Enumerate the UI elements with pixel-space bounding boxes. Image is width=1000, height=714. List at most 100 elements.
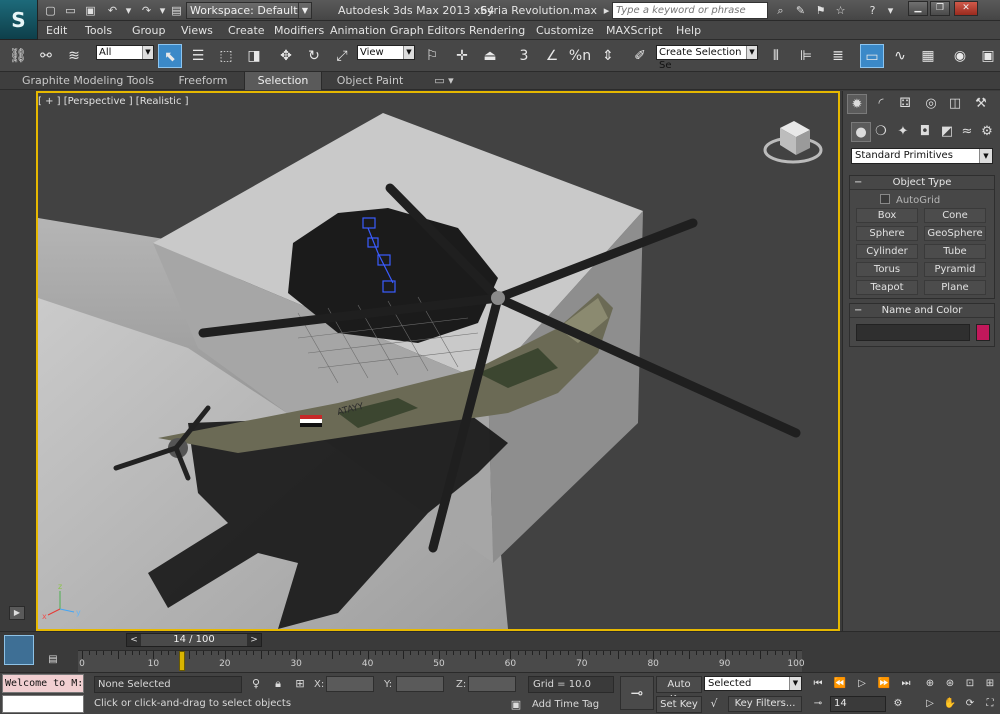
- selection-lock-icon[interactable]: 🔒︎: [270, 676, 286, 692]
- undo-icon[interactable]: ↶: [104, 2, 121, 19]
- motion-panel-icon[interactable]: ◎: [921, 94, 941, 114]
- menu-help[interactable]: Help: [676, 24, 701, 37]
- tab-object-paint[interactable]: Object Paint: [322, 72, 418, 90]
- tube-button[interactable]: Tube: [924, 244, 986, 259]
- menu-group[interactable]: Group: [132, 24, 166, 37]
- spinner-snap-icon[interactable]: ⇕: [596, 44, 620, 68]
- open-file-icon[interactable]: ▭: [62, 2, 79, 19]
- select-and-rotate-icon[interactable]: ↻: [302, 44, 326, 68]
- y-coordinate-field[interactable]: [396, 676, 444, 692]
- time-tag-icon[interactable]: ▣: [508, 697, 524, 713]
- time-configuration-icon[interactable]: ⚙: [888, 696, 908, 712]
- sphere-button[interactable]: Sphere: [856, 226, 918, 241]
- x-coordinate-field[interactable]: [326, 676, 374, 692]
- undo-dropdown-icon[interactable]: ▾: [120, 2, 137, 19]
- pan-view-icon[interactable]: ✋: [940, 696, 960, 712]
- menu-create[interactable]: Create: [228, 24, 265, 37]
- mini-curve-editor-icon[interactable]: ▤: [44, 654, 62, 668]
- tools-icon[interactable]: ✎: [792, 2, 809, 19]
- window-crossing-icon[interactable]: ◨: [242, 44, 266, 68]
- bind-space-warp-icon[interactable]: ≋: [62, 44, 86, 68]
- app-logo[interactable]: S: [0, 0, 38, 40]
- auto-key-button[interactable]: Auto Key: [656, 676, 702, 705]
- next-frame-icon[interactable]: >: [247, 634, 261, 646]
- go-to-end-icon[interactable]: ⏭: [896, 676, 916, 692]
- lights-icon[interactable]: ✦: [893, 122, 913, 142]
- schematic-view-icon[interactable]: ▦: [916, 44, 940, 68]
- object-name-field[interactable]: [856, 324, 970, 341]
- menu-animation[interactable]: Animation: [330, 24, 386, 37]
- display-panel-icon[interactable]: ◫: [945, 94, 965, 114]
- autogrid-checkbox[interactable]: AutoGrid: [880, 194, 940, 206]
- restore-button[interactable]: ❐: [930, 1, 950, 16]
- maximize-viewport-icon[interactable]: ⛶: [980, 696, 1000, 712]
- tangent-type-icon[interactable]: √: [706, 696, 722, 712]
- default-in-out-tangent-key-icon[interactable]: ⊸: [620, 676, 654, 710]
- menu-maxscript[interactable]: MAXScript: [606, 24, 662, 37]
- search-input[interactable]: Type a keyword or phrase: [612, 2, 768, 19]
- previous-frame-icon[interactable]: <: [127, 634, 141, 646]
- select-by-name-icon[interactable]: ☰: [186, 44, 210, 68]
- space-warps-icon[interactable]: ≈: [957, 122, 977, 142]
- unlink-icon[interactable]: ⚯: [34, 44, 58, 68]
- named-selection-dropdown[interactable]: Create Selection Se ▼: [656, 45, 758, 71]
- pyramid-button[interactable]: Pyramid: [924, 262, 986, 277]
- hierarchy-panel-icon[interactable]: ⚃: [895, 94, 915, 114]
- object-type-header[interactable]: − Object Type: [850, 176, 994, 190]
- z-coordinate-field[interactable]: [468, 676, 516, 692]
- helpers-icon[interactable]: ◩: [937, 122, 957, 142]
- menu-rendering[interactable]: Rendering: [469, 24, 525, 37]
- zoom-all-icon[interactable]: ⊛: [940, 676, 960, 692]
- go-to-start-icon[interactable]: ⏮: [808, 676, 828, 692]
- cameras-icon[interactable]: ◘: [915, 122, 935, 142]
- render-setup-icon[interactable]: ▣: [976, 44, 1000, 68]
- viewport-label[interactable]: [ + ] [Perspective ] [Realistic ]: [38, 96, 189, 107]
- field-of-view-icon[interactable]: ▷: [920, 696, 940, 712]
- current-frame-field[interactable]: 14: [830, 696, 886, 712]
- maxscript-listener-button[interactable]: [4, 635, 34, 665]
- help-dropdown-icon[interactable]: ▾: [882, 2, 899, 19]
- workspace-dropdown[interactable]: Workspace: Default ▼: [186, 2, 312, 19]
- tab-selection[interactable]: Selection: [244, 72, 322, 90]
- utilities-panel-icon[interactable]: ⚒: [971, 94, 991, 114]
- help-icon[interactable]: ?: [864, 2, 881, 19]
- cone-button[interactable]: Cone: [924, 208, 986, 223]
- graphite-ribbon-icon[interactable]: ▭: [860, 44, 884, 68]
- percent-snap-icon[interactable]: %n: [568, 44, 592, 68]
- box-button[interactable]: Box: [856, 208, 918, 223]
- play-icon[interactable]: ▷: [852, 676, 872, 692]
- menu-edit[interactable]: Edit: [46, 24, 67, 37]
- teapot-button[interactable]: Teapot: [856, 280, 918, 295]
- communication-center-icon[interactable]: ⚑: [812, 2, 829, 19]
- align-icon[interactable]: ⊫: [794, 44, 818, 68]
- key-filters-button[interactable]: Key Filters...: [728, 696, 802, 712]
- save-file-icon[interactable]: ▣: [82, 2, 99, 19]
- reference-coordinate-dropdown[interactable]: View ▼: [357, 45, 415, 60]
- isolate-selection-icon[interactable]: ♀: [248, 676, 264, 692]
- zoom-extents-all-icon[interactable]: ⊞: [980, 676, 1000, 692]
- select-and-manipulate-icon[interactable]: ✛: [450, 44, 474, 68]
- ribbon-options-icon[interactable]: ▭ ▾: [430, 72, 458, 90]
- plane-button[interactable]: Plane: [924, 280, 986, 295]
- zoom-extents-icon[interactable]: ⊡: [960, 676, 980, 692]
- menu-graph-editors[interactable]: Graph Editors: [390, 24, 466, 37]
- time-slider[interactable]: < 14 / 100 >: [126, 633, 262, 647]
- angle-snap-icon[interactable]: ∠: [540, 44, 564, 68]
- menu-customize[interactable]: Customize: [536, 24, 594, 37]
- menu-modifiers[interactable]: Modifiers: [274, 24, 324, 37]
- key-mode-dropdown[interactable]: Selected ▼: [704, 676, 802, 691]
- maxscript-mini-listener-input[interactable]: [2, 695, 84, 713]
- primitive-category-dropdown[interactable]: Standard Primitives ▼: [851, 148, 993, 164]
- redo-icon[interactable]: ↷: [138, 2, 155, 19]
- shapes-icon[interactable]: ❍: [871, 122, 891, 142]
- name-and-color-header[interactable]: − Name and Color: [850, 304, 994, 318]
- current-frame-marker[interactable]: [178, 651, 185, 671]
- project-folder-icon[interactable]: ▤: [168, 2, 185, 19]
- favorites-star-icon[interactable]: ☆: [832, 2, 849, 19]
- expand-viewport-layout-icon[interactable]: ▶: [9, 606, 25, 620]
- next-key-icon[interactable]: ⏩: [874, 676, 894, 692]
- manage-layers-icon[interactable]: ≣: [826, 44, 850, 68]
- orbit-icon[interactable]: ⟳: [960, 696, 980, 712]
- absolute-mode-icon[interactable]: ⊞: [292, 676, 308, 692]
- track-bar[interactable]: 0 10 20 30 40 50 60 70 80 90 100: [78, 650, 805, 672]
